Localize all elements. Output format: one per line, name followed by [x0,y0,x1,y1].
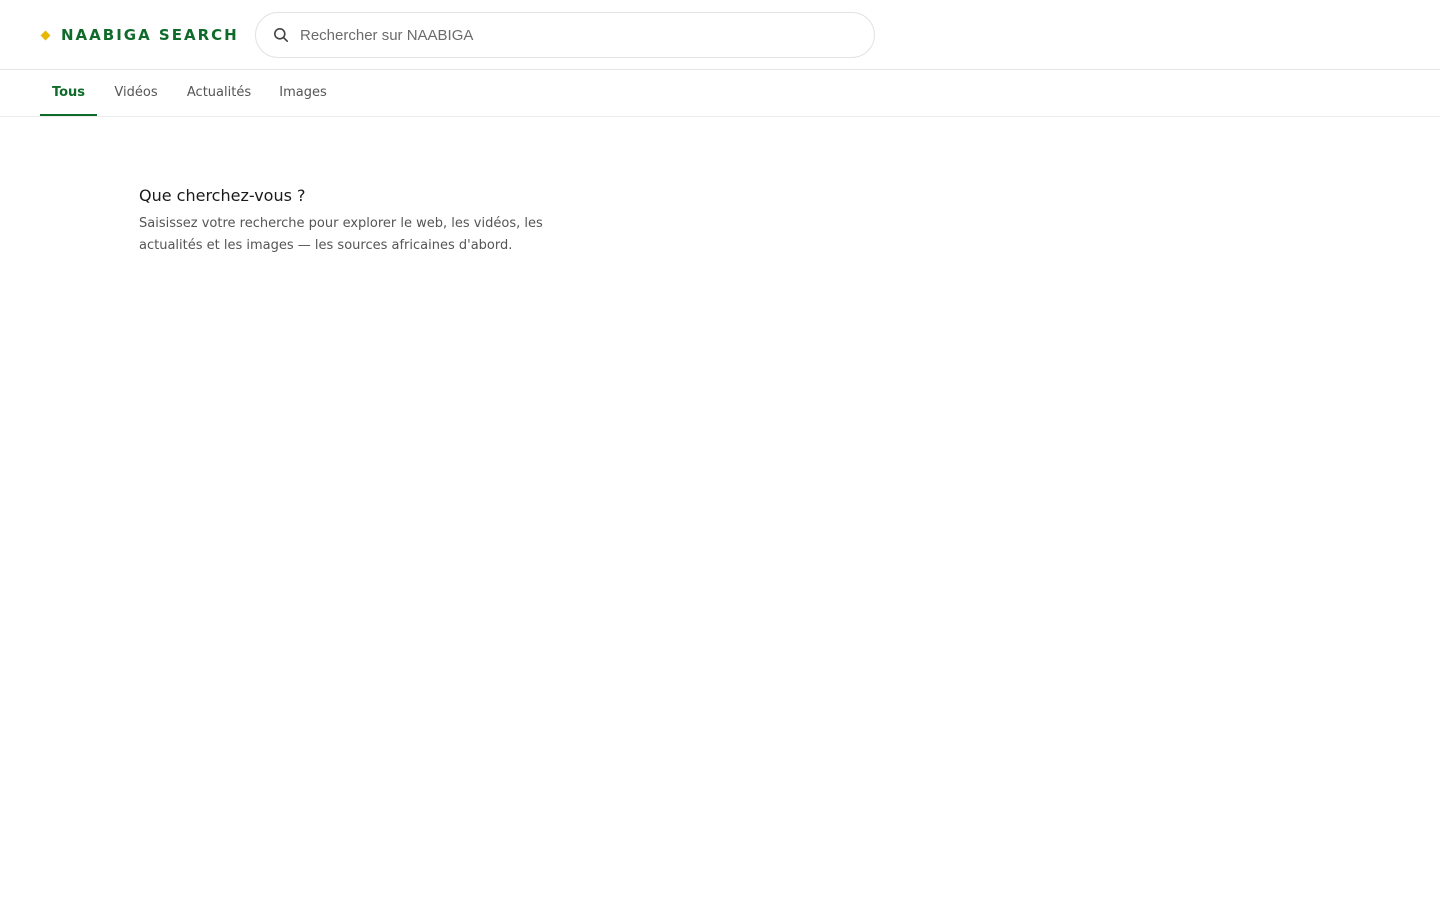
logo[interactable]: NAABIGA SEARCH [40,25,239,45]
top-header: NAABIGA SEARCH [0,0,1440,70]
search-icon[interactable] [273,27,289,43]
search-input[interactable] [300,13,860,57]
tab-bar: Tous Vidéos Actualités Images [0,70,1440,117]
active-tab-indicator [40,114,97,116]
tab-actualites[interactable]: Actualités [185,70,253,116]
tab-videos[interactable]: Vidéos [111,70,161,116]
tab-images[interactable]: Images [277,70,329,116]
tab-tous[interactable]: Tous [40,70,97,116]
empty-state-title: Que cherchez-vous ? [139,186,306,205]
logo-text: NAABIGA SEARCH [61,26,239,44]
diamond-icon [40,30,51,40]
empty-state-description: Saisissez votre recherche pour explorer … [139,216,543,253]
search-box[interactable] [255,12,875,58]
